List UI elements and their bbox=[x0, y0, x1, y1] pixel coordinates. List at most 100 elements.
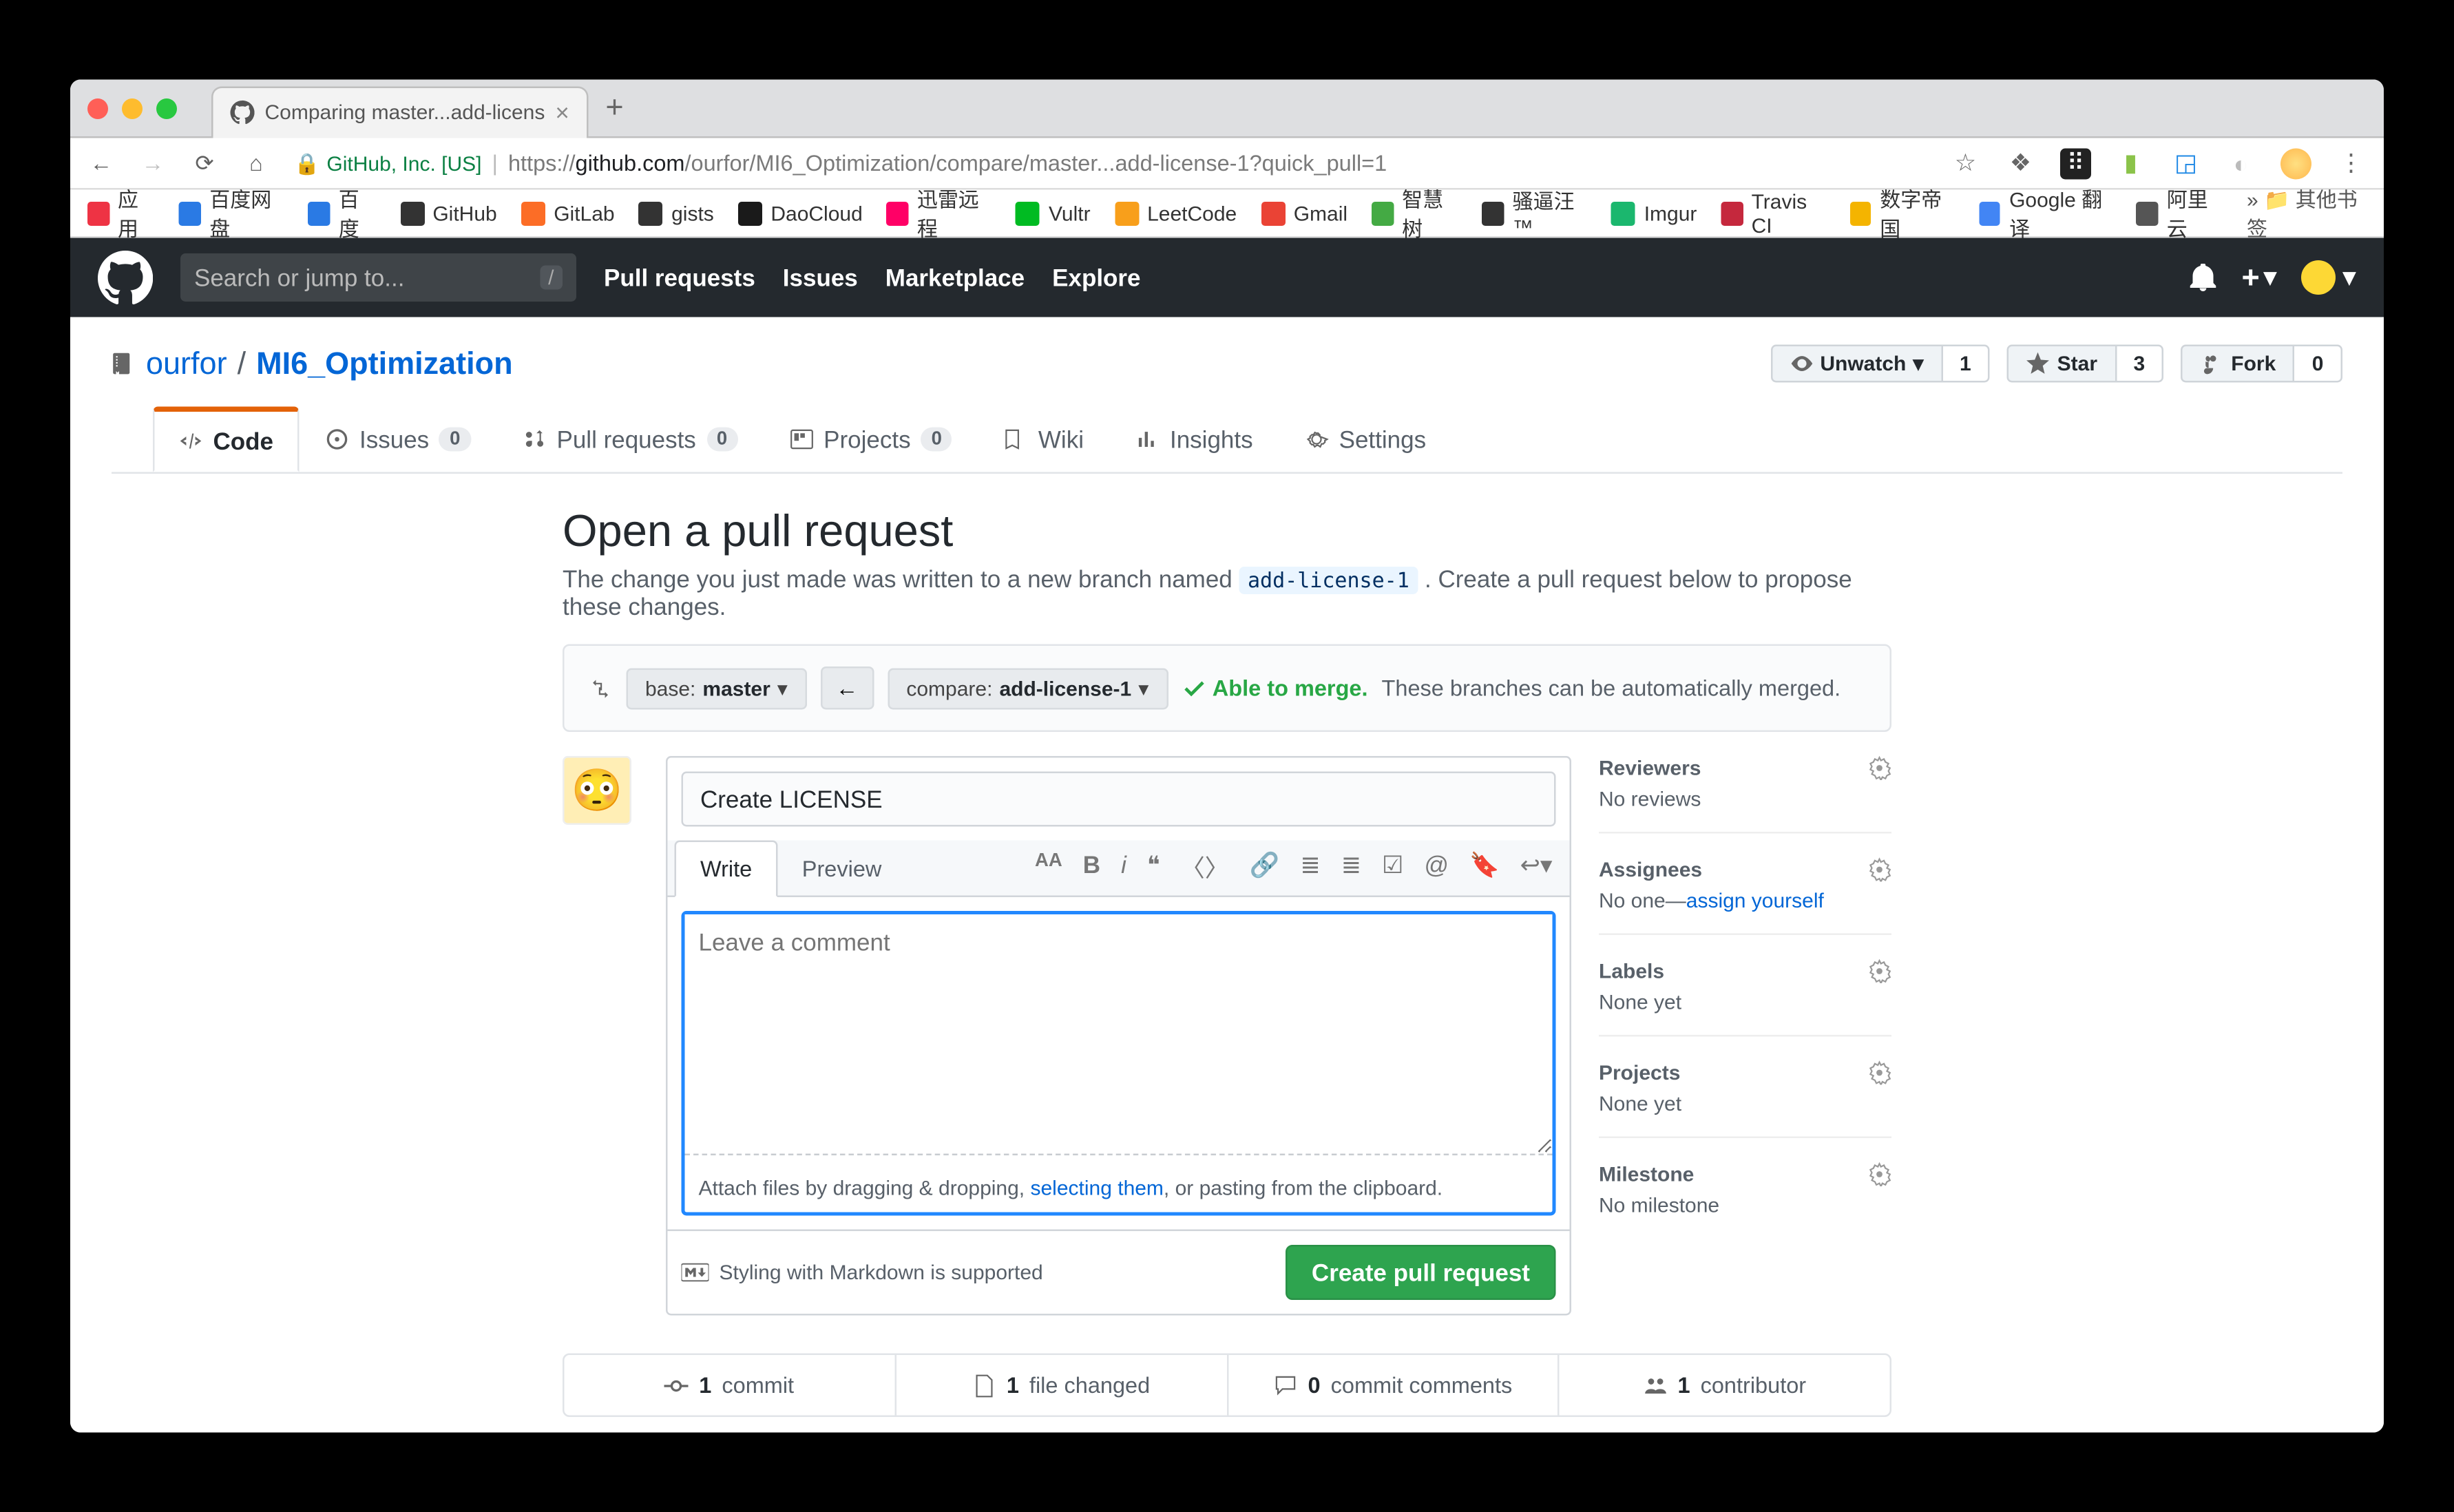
assignees-heading[interactable]: Assignees bbox=[1599, 858, 1891, 882]
gear-icon[interactable] bbox=[1867, 1061, 1891, 1085]
bookmark-item[interactable]: 迅雷远程 bbox=[887, 184, 992, 242]
create-pr-button[interactable]: Create pull request bbox=[1286, 1245, 1555, 1300]
watch-count[interactable]: 1 bbox=[1942, 345, 1990, 383]
ol-icon[interactable]: ≣ bbox=[1341, 851, 1361, 885]
bookmark-item[interactable]: 骚逼汪™ bbox=[1482, 187, 1587, 240]
bookmark-item[interactable]: Google 翻译 bbox=[1979, 184, 2112, 242]
user-avatar[interactable]: 😳 bbox=[563, 756, 631, 825]
stat-commits[interactable]: 1commit bbox=[565, 1355, 894, 1416]
tab-code[interactable]: Code bbox=[153, 407, 300, 472]
create-new-dropdown[interactable]: + ▾ bbox=[2242, 260, 2277, 296]
bookmark-item[interactable]: 阿里云 bbox=[2137, 184, 2223, 242]
watch-button[interactable]: Unwatch ▾ bbox=[1770, 345, 1942, 383]
star-button[interactable]: Star bbox=[2007, 345, 2116, 383]
reply-icon[interactable]: ↩▾ bbox=[1520, 851, 1553, 885]
bookmark-item[interactable]: DaoCloud bbox=[738, 201, 863, 225]
bookmark-item[interactable]: 数字帝国 bbox=[1849, 184, 1955, 242]
bookmark-item[interactable]: 百度网盘 bbox=[179, 184, 284, 242]
profile-avatar-button[interactable] bbox=[2280, 147, 2311, 178]
browser-menu-button[interactable]: ⋮ bbox=[2336, 147, 2367, 178]
italic-icon[interactable]: i bbox=[1121, 851, 1126, 885]
window-close-button[interactable] bbox=[87, 98, 108, 118]
tab-wiki[interactable]: Wiki bbox=[978, 407, 1109, 472]
ghnav-item[interactable]: Issues bbox=[783, 264, 858, 291]
gear-icon[interactable] bbox=[1867, 858, 1891, 882]
window-zoom-button[interactable] bbox=[156, 98, 177, 118]
bookmark-item[interactable]: 百度 bbox=[308, 184, 376, 242]
ghnav-item[interactable]: Pull requests bbox=[604, 264, 755, 291]
star-icon[interactable]: ☆ bbox=[1950, 147, 1981, 178]
milestone-heading[interactable]: Milestone bbox=[1599, 1162, 1891, 1186]
pr-body-textarea[interactable] bbox=[685, 914, 1553, 1155]
user-menu-dropdown[interactable]: ▾ bbox=[2301, 260, 2356, 295]
bookmark-item[interactable]: 应用 bbox=[87, 184, 155, 242]
ghnav-item[interactable]: Explore bbox=[1052, 264, 1140, 291]
ext-icon-1[interactable]: ❖ bbox=[2005, 147, 2036, 178]
stat-files[interactable]: 1file changed bbox=[894, 1355, 1226, 1416]
preview-tab[interactable]: Preview bbox=[778, 841, 906, 895]
bookmark-item[interactable]: 智慧树 bbox=[1372, 184, 1458, 242]
favicon bbox=[639, 201, 663, 225]
home-button[interactable]: ⌂ bbox=[242, 150, 270, 176]
gear-icon[interactable] bbox=[1867, 959, 1891, 983]
back-button[interactable]: ← bbox=[87, 150, 115, 176]
projects-heading[interactable]: Projects bbox=[1599, 1061, 1891, 1085]
notifications-icon[interactable] bbox=[2190, 264, 2218, 291]
browser-tab[interactable]: Comparing master...add-licens × bbox=[211, 85, 588, 137]
github-search-input[interactable]: Search or jump to... / bbox=[180, 253, 576, 302]
address-bar[interactable]: 🔒 GitHub, Inc. [US] | https://github.com… bbox=[294, 150, 1926, 176]
gear-icon[interactable] bbox=[1867, 756, 1891, 780]
bookmark-item[interactable]: GitHub bbox=[400, 201, 497, 225]
tab-projects[interactable]: Projects0 bbox=[764, 407, 978, 472]
base-branch-dropdown[interactable]: base: master ▾ bbox=[627, 667, 807, 708]
star-count[interactable]: 3 bbox=[2117, 345, 2164, 383]
tab-settings[interactable]: Settings bbox=[1279, 407, 1451, 472]
other-bookmarks-button[interactable]: » 📁 其他书签 bbox=[2247, 184, 2367, 242]
new-tab-button[interactable]: + bbox=[605, 90, 623, 127]
bookmark-item[interactable]: Travis CI bbox=[1721, 189, 1825, 237]
ghnav-item[interactable]: Marketplace bbox=[885, 264, 1025, 291]
code-icon[interactable]: 〈〉 bbox=[1181, 851, 1229, 885]
gear-icon[interactable] bbox=[1867, 1162, 1891, 1186]
heading-icon[interactable]: AA bbox=[1035, 851, 1062, 885]
bookmark-item[interactable]: Gmail bbox=[1261, 201, 1347, 225]
bookmark-item[interactable]: GitLab bbox=[521, 201, 615, 225]
task-icon[interactable]: ☑ bbox=[1382, 851, 1403, 885]
tab-issues[interactable]: Issues0 bbox=[300, 407, 496, 472]
ext-icon-2[interactable]: ⠿ bbox=[2060, 147, 2091, 178]
mention-icon[interactable]: @ bbox=[1424, 851, 1449, 885]
ext-icon-3[interactable]: ▮ bbox=[2115, 147, 2146, 178]
repo-owner-link[interactable]: ourfor bbox=[146, 346, 227, 382]
quote-icon[interactable]: ❝ bbox=[1147, 851, 1160, 885]
bookmark-item[interactable]: gists bbox=[639, 201, 714, 225]
repo-name-link[interactable]: MI6_Optimization bbox=[256, 346, 513, 382]
window-minimize-button[interactable] bbox=[122, 98, 143, 118]
reload-button[interactable]: ⟳ bbox=[191, 149, 218, 177]
ext-icon-4[interactable]: ◲ bbox=[2170, 147, 2201, 178]
markdown-info[interactable]: Styling with Markdown is supported bbox=[682, 1261, 1043, 1285]
ul-icon[interactable]: ≣ bbox=[1300, 851, 1320, 885]
assign-yourself-link[interactable]: assign yourself bbox=[1686, 889, 1824, 913]
stat-contributors[interactable]: 1contributor bbox=[1558, 1355, 1890, 1416]
write-tab[interactable]: Write bbox=[675, 841, 778, 898]
tab-insights[interactable]: Insights bbox=[1109, 407, 1279, 472]
tab-pull-requests[interactable]: Pull requests0 bbox=[496, 407, 764, 472]
pr-title-input[interactable] bbox=[682, 772, 1556, 827]
bookmark-item[interactable]: Vultr bbox=[1016, 201, 1091, 225]
bookmark-item[interactable]: LeetCode bbox=[1115, 201, 1237, 225]
stat-comments[interactable]: 0commit comments bbox=[1226, 1355, 1558, 1416]
forward-button[interactable]: → bbox=[139, 150, 167, 176]
bold-icon[interactable]: B bbox=[1083, 851, 1100, 885]
reference-icon[interactable]: 🔖 bbox=[1469, 851, 1500, 885]
bookmark-item[interactable]: Imgur bbox=[1611, 201, 1697, 225]
ext-icon-5[interactable]: ◐ bbox=[2225, 147, 2256, 178]
fork-button[interactable]: Fork bbox=[2181, 345, 2295, 383]
compare-branch-dropdown[interactable]: compare: add-license-1 ▾ bbox=[888, 667, 1168, 708]
tab-close-icon[interactable]: × bbox=[555, 98, 569, 126]
github-logo-icon[interactable] bbox=[98, 250, 153, 305]
selecting-them-link[interactable]: selecting them bbox=[1030, 1176, 1163, 1200]
labels-heading[interactable]: Labels bbox=[1599, 959, 1891, 983]
link-icon[interactable]: 🔗 bbox=[1250, 851, 1280, 885]
reviewers-heading[interactable]: Reviewers bbox=[1599, 756, 1891, 780]
fork-count[interactable]: 0 bbox=[2295, 345, 2342, 383]
